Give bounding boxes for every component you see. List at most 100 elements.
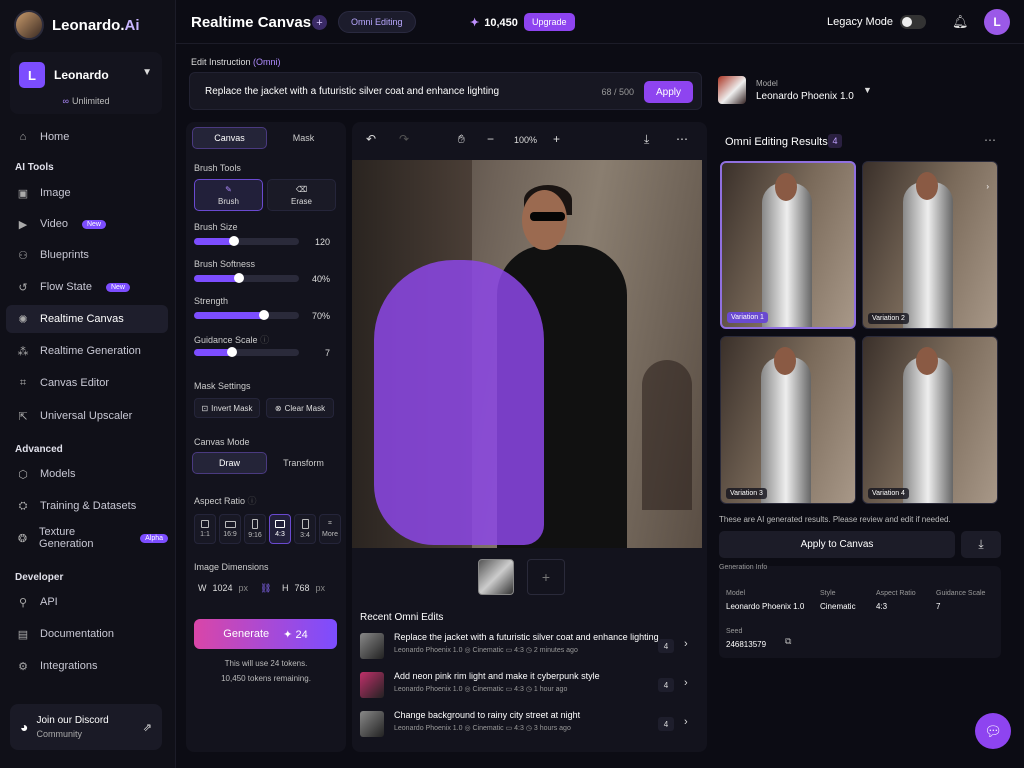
brush-softness-value: 40% — [311, 274, 330, 284]
more-icon[interactable]: ⋯ — [676, 132, 688, 146]
sidebar-item-models[interactable]: ⬡ Models — [6, 460, 168, 488]
chevron-right-icon[interactable]: › — [684, 638, 688, 650]
new-badge: New — [81, 219, 106, 229]
sidebar-item-home[interactable]: ⌂ Home — [6, 123, 168, 151]
chevron-down-icon[interactable]: ▼ — [863, 85, 872, 95]
variation-card-2[interactable]: Variation 2 › — [862, 161, 998, 329]
sidebar-item-texture[interactable]: ❂ Texture Generation Alpha — [6, 524, 168, 552]
sidebar-item-api[interactable]: ⚲ API — [6, 588, 168, 616]
model-name: Leonardo Phoenix 1.0 — [756, 91, 854, 102]
mode-transform[interactable]: Transform — [267, 452, 340, 474]
sidebar-item-video[interactable]: ▶ Video New — [6, 210, 168, 238]
variation-card-3[interactable]: Variation 3 — [720, 336, 856, 504]
list-item[interactable]: Replace the jacket with a futuristic sil… — [358, 630, 698, 666]
ar-4-3[interactable]: 4:3 — [269, 514, 291, 544]
app-root: Leonardo.Ai L Leonardo ▼ ∞ Unlimited ⌂ Hom… — [0, 0, 1024, 768]
brush-softness-slider[interactable] — [194, 273, 299, 283]
ar-16-9[interactable]: 16:9 — [219, 514, 241, 544]
chevron-down-icon[interactable]: ▼ — [142, 67, 152, 78]
brush-size-label: Brush Size — [194, 222, 238, 232]
model-select[interactable]: Model Leonardo Phoenix 1.0 ▼ — [712, 72, 882, 110]
chevron-right-icon[interactable]: › — [684, 716, 688, 728]
legacy-mode-toggle[interactable] — [900, 15, 926, 29]
zoom-in-icon[interactable]: + — [553, 132, 560, 146]
sidebar-item-integrations[interactable]: ⚙ Integrations — [6, 652, 168, 680]
ar-3-4[interactable]: 3:4 — [294, 514, 316, 544]
user-card[interactable]: L Leonardo ▼ ∞ Unlimited — [10, 52, 162, 114]
ar-9-16[interactable]: 9:16 — [244, 514, 266, 544]
recent-text: Replace the jacket with a futuristic sil… — [394, 632, 659, 642]
clear-mask-button[interactable]: ⊗ Clear Mask — [266, 398, 334, 418]
ar-1-1[interactable]: 1:1 — [194, 514, 216, 544]
info-guidance: Guidance Scale 7 — [936, 590, 986, 611]
sidebar-item-realtime-canvas[interactable]: ✺ Realtime Canvas — [6, 305, 168, 333]
chevron-right-icon[interactable]: › — [684, 677, 688, 689]
token-usage-note: This will use 24 tokens. — [224, 659, 308, 668]
user-avatar: L — [19, 62, 45, 88]
canvas-image[interactable] — [352, 160, 702, 548]
sidebar: Leonardo.Ai L Leonardo ▼ ∞ Unlimited ⌂ Hom… — [0, 0, 176, 768]
variation-label: Variation 2 — [868, 313, 909, 324]
more-icon[interactable]: ⋯ — [984, 133, 996, 147]
apply-to-canvas-button[interactable]: Apply to Canvas — [719, 531, 955, 558]
mode-draw[interactable]: Draw — [192, 452, 267, 474]
hand-icon[interactable]: ✋︎ — [458, 132, 465, 147]
slider-knob — [228, 236, 239, 246]
sidebar-item-image[interactable]: ▣ Image — [6, 179, 168, 207]
erase-button[interactable]: ⌫ Erase — [267, 179, 336, 211]
list-item[interactable]: Change background to rainy city street a… — [358, 708, 698, 744]
ar-more[interactable]: ⌗ More — [319, 514, 341, 544]
download-icon[interactable]: ⤓ — [644, 132, 649, 147]
generate-button[interactable]: Generate ✦ 24 — [194, 619, 337, 649]
avatar[interactable]: L — [984, 9, 1010, 35]
page-title: Realtime Canvas — [191, 14, 312, 31]
document-icon: ▤ — [17, 628, 29, 641]
brush-button[interactable]: ✎ Brush — [194, 179, 263, 211]
apply-button[interactable]: Apply — [644, 81, 693, 103]
canvas-thumbnail[interactable] — [478, 559, 514, 595]
sidebar-item-universal-upscaler[interactable]: ⇱ Universal Upscaler — [6, 402, 168, 430]
tab-canvas[interactable]: Canvas — [192, 127, 267, 149]
bell-icon[interactable]: 🔔︎ — [952, 14, 969, 30]
add-image-button[interactable]: + — [527, 559, 565, 595]
redo-icon[interactable]: ↷ — [399, 132, 409, 146]
sidebar-item-training[interactable]: ⛭ Training & Datasets — [6, 492, 168, 520]
info-model: Model Leonardo Phoenix 1.0 — [726, 590, 805, 611]
logo[interactable]: Leonardo.Ai — [14, 10, 140, 40]
variation-label: Variation 4 — [868, 488, 909, 499]
copy-icon[interactable]: ⧉ — [785, 636, 791, 647]
sidebar-item-canvas-editor[interactable]: ⌗ Canvas Editor — [6, 369, 168, 397]
download-icon[interactable]: ⤓ — [961, 531, 1001, 558]
variation-label: Variation 1 — [727, 312, 768, 323]
sidebar-item-realtime-generation[interactable]: ⁂ Realtime Generation — [6, 337, 168, 365]
sidebar-item-flow-state[interactable]: ↺ Flow State New — [6, 273, 168, 301]
variation-card-1[interactable]: Variation 1 — [720, 161, 856, 329]
mode-pill[interactable]: Omni Editing — [338, 11, 416, 33]
plus-icon[interactable]: + — [312, 15, 327, 30]
link-icon[interactable]: ⛓ — [260, 578, 271, 598]
home-icon: ⌂ — [19, 131, 27, 143]
invert-mask-button[interactable]: ⊡ Invert Mask — [194, 398, 260, 418]
model-thumbnail — [718, 76, 746, 104]
sidebar-item-blueprints[interactable]: ⚇ Blueprints — [6, 241, 168, 269]
height-field[interactable]: H 768 px — [282, 578, 325, 598]
brush-size-slider[interactable] — [194, 236, 299, 246]
flow-icon: ↺ — [18, 281, 28, 294]
instruction-input[interactable]: Replace the jacket with a futuristic sil… — [189, 72, 702, 110]
chat-icon[interactable]: 💬︎ — [975, 713, 1011, 749]
guidance-slider[interactable] — [194, 347, 299, 357]
sidebar-item-documentation[interactable]: ▤ Documentation — [6, 620, 168, 648]
undo-icon[interactable]: ↶ — [366, 132, 376, 146]
variation-card-4[interactable]: Variation 4 — [862, 336, 998, 504]
zoom-out-icon[interactable]: − — [487, 132, 494, 146]
upgrade-button[interactable]: Upgrade — [524, 13, 575, 31]
instruction-text[interactable]: Replace the jacket with a futuristic sil… — [205, 86, 499, 97]
discord-card[interactable]: ◕ Join our Discord Community ⇗ — [10, 704, 162, 750]
list-item[interactable]: Add neon pink rim light and make it cybe… — [358, 669, 698, 705]
strength-slider[interactable] — [194, 310, 299, 320]
mask-overlay[interactable] — [374, 260, 544, 545]
width-field[interactable]: W 1024 px — [198, 578, 248, 598]
topbar: Realtime Canvas + Omni Editing ✦ 10,450 U… — [176, 0, 1024, 44]
integrations-icon: ⚙ — [18, 660, 28, 673]
tab-mask[interactable]: Mask — [267, 127, 340, 149]
